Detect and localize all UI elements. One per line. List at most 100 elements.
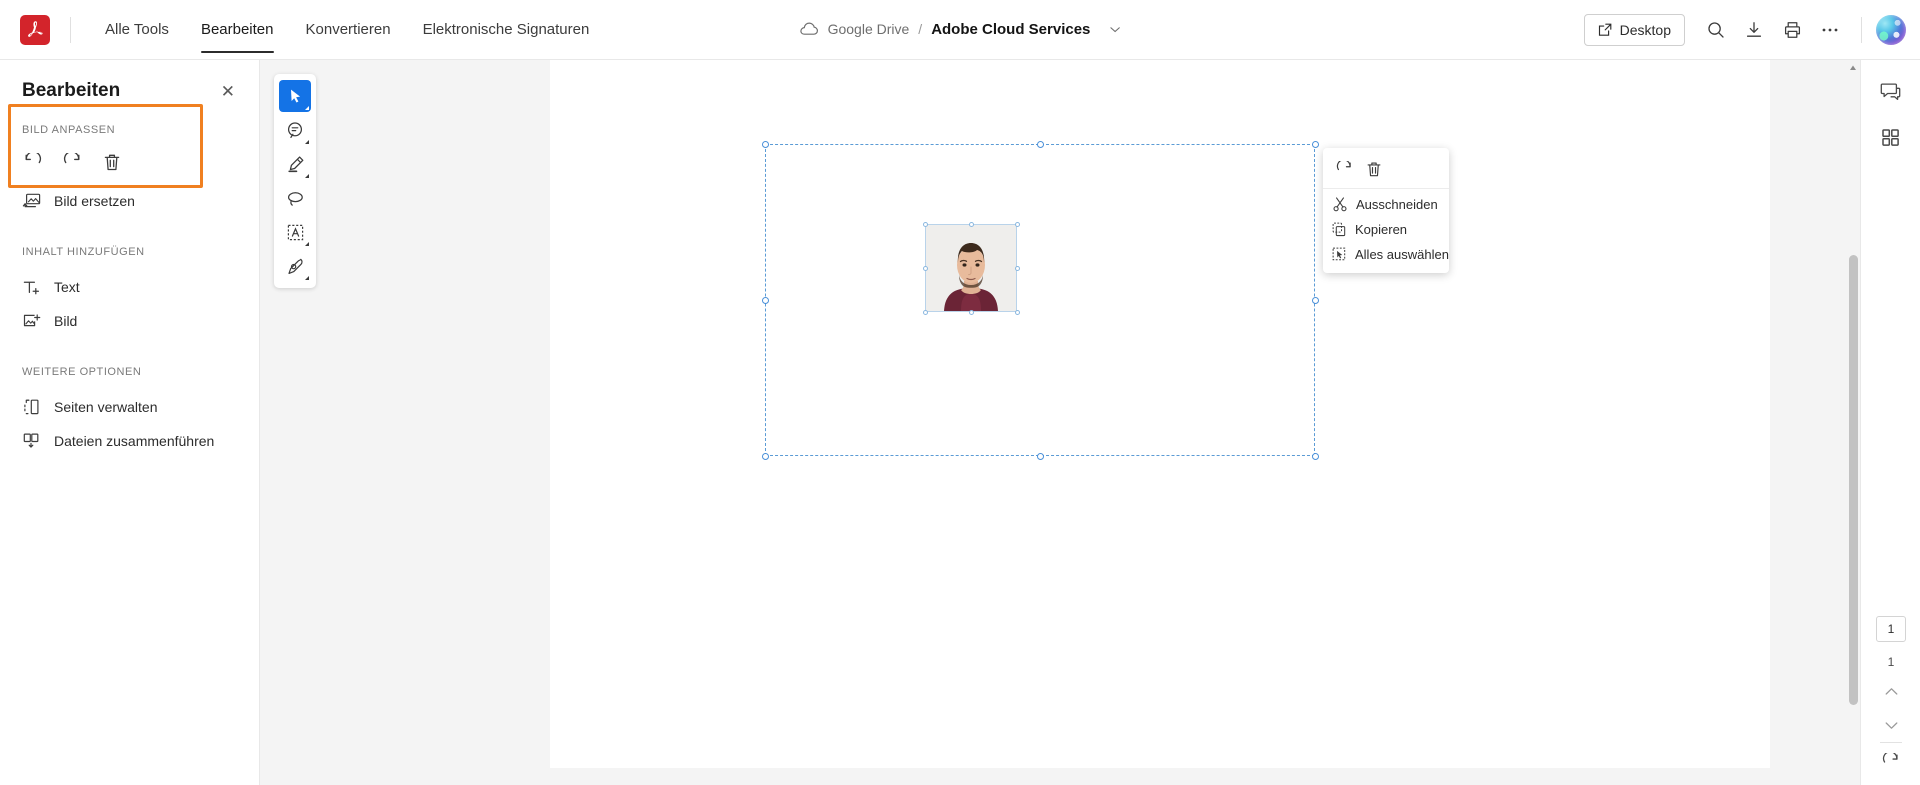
page-navigation: 1 1 — [1861, 616, 1920, 777]
context-menu-item-alles-auswaehlen[interactable]: Alles auswählen — [1323, 242, 1449, 267]
sidebar-item-seiten-verwalten[interactable]: Seiten verwalten — [0, 390, 259, 424]
canvas-scrollbar[interactable] — [1846, 60, 1860, 785]
selection-handle-nw[interactable] — [762, 141, 769, 148]
delete-icon[interactable] — [1361, 156, 1387, 182]
image-handle-nw[interactable] — [923, 222, 928, 227]
avatar[interactable] — [1876, 15, 1906, 45]
page-nav-divider — [1880, 742, 1902, 743]
sidebar-item-dateien-zusammenfuehren[interactable]: Dateien zusammenführen — [0, 424, 259, 458]
search-icon[interactable] — [1699, 13, 1733, 47]
chevron-down-icon[interactable] — [1876, 711, 1906, 739]
chevron-up-icon[interactable] — [1876, 677, 1906, 705]
context-menu-item-kopieren[interactable]: Kopieren — [1323, 217, 1449, 242]
image-handle-ne[interactable] — [1015, 222, 1020, 227]
context-menu-item-label: Kopieren — [1355, 222, 1408, 237]
comment-panel-icon[interactable] — [1874, 74, 1908, 108]
all-tools-grid-icon[interactable] — [1874, 120, 1908, 154]
sidebar-item-bild[interactable]: Bild — [0, 304, 259, 338]
rotate-view-icon[interactable] — [1876, 747, 1906, 777]
comment-tool[interactable] — [279, 114, 311, 146]
scroll-up-arrow-icon[interactable] — [1849, 64, 1857, 72]
image-handle-e[interactable] — [1015, 266, 1020, 271]
logo-divider — [70, 16, 71, 43]
merge-files-icon — [21, 432, 41, 450]
select-tool-caret-icon — [305, 106, 309, 110]
top-toolbar: Alle Tools Bearbeiten Konvertieren Elekt… — [0, 0, 1920, 60]
download-icon[interactable] — [1737, 13, 1771, 47]
copy-icon — [1332, 222, 1346, 237]
external-link-icon — [1598, 23, 1612, 37]
highlight-tool-caret-icon — [305, 174, 309, 178]
highlight-tool[interactable] — [279, 148, 311, 180]
print-icon[interactable] — [1775, 13, 1809, 47]
image-handle-w[interactable] — [923, 266, 928, 271]
context-menu: Ausschneiden Kopieren Alles auswählen — [1323, 148, 1449, 273]
rotate-clockwise-icon[interactable] — [1331, 156, 1357, 182]
tab-bearbeiten[interactable]: Bearbeiten — [185, 0, 290, 60]
breadcrumb-storage[interactable]: Google Drive — [828, 21, 910, 37]
add-text-icon — [21, 279, 41, 296]
image-selection-frame[interactable] — [923, 222, 1020, 315]
cut-icon — [1332, 197, 1347, 212]
draw-tool[interactable] — [279, 250, 311, 282]
tab-elektronische-signaturen[interactable]: Elektronische Signaturen — [407, 0, 606, 60]
tab-konvertieren[interactable]: Konvertieren — [290, 0, 407, 60]
close-icon[interactable]: ✕ — [217, 81, 239, 102]
context-menu-icon-row — [1323, 152, 1449, 189]
selection-handle-w[interactable] — [762, 297, 769, 304]
image-handle-n[interactable] — [969, 222, 974, 227]
selection-handle-n[interactable] — [1037, 141, 1044, 148]
sidebar-item-label: Bild ersetzen — [54, 193, 135, 209]
page-title: Bearbeiten — [22, 80, 121, 101]
section-weitere-optionen: WEITERE OPTIONEN Seiten verwalten Dateie… — [0, 366, 259, 458]
current-page-input[interactable]: 1 — [1876, 616, 1906, 642]
breadcrumb-document-title[interactable]: Adobe Cloud Services — [931, 21, 1090, 38]
document-canvas[interactable]: Ausschneiden Kopieren Alles auswählen — [260, 60, 1860, 785]
text-select-tool[interactable] — [279, 216, 311, 248]
sidebar-item-text[interactable]: Text — [0, 270, 259, 304]
add-image-icon — [21, 313, 41, 330]
acrobat-logo-icon[interactable] — [20, 14, 50, 45]
sidebar-item-label: Bild — [54, 313, 78, 329]
cloud-icon — [800, 22, 819, 36]
context-menu-item-ausschneiden[interactable]: Ausschneiden — [1323, 192, 1449, 217]
selection-handle-e[interactable] — [1312, 297, 1319, 304]
chevron-down-icon[interactable] — [1109, 26, 1120, 33]
selection-handle-s[interactable] — [1037, 453, 1044, 460]
selection-handle-se[interactable] — [1312, 453, 1319, 460]
rotate-buttons-row — [0, 136, 259, 184]
edit-sidebar: Bearbeiten ✕ BILD ANPASSEN Bild ersetzen… — [0, 60, 260, 785]
lasso-tool[interactable] — [279, 182, 311, 214]
page-selection-frame[interactable] — [762, 141, 1319, 460]
image-handle-se[interactable] — [1015, 310, 1020, 315]
select-tool[interactable] — [279, 80, 311, 112]
breadcrumb: Google Drive / Adobe Cloud Services — [800, 14, 1121, 44]
sidebar-item-label: Seiten verwalten — [54, 399, 158, 415]
selection-handle-ne[interactable] — [1312, 141, 1319, 148]
section-label-bild-anpassen: BILD ANPASSEN — [22, 124, 116, 136]
rotate-counterclockwise-icon[interactable] — [16, 146, 48, 178]
section-label-weitere-optionen: WEITERE OPTIONEN — [22, 366, 142, 378]
context-menu-item-label: Ausschneiden — [1356, 197, 1438, 212]
annotation-tool-rail — [274, 74, 316, 288]
desktop-button[interactable]: Desktop — [1583, 14, 1685, 46]
desktop-button-label: Desktop — [1619, 22, 1671, 38]
top-right-actions: Desktop — [1583, 0, 1906, 60]
more-options-icon[interactable] — [1813, 13, 1847, 47]
sidebar-item-label: Text — [54, 279, 80, 295]
tab-alle-tools[interactable]: Alle Tools — [89, 0, 185, 60]
section-label-inhalt-hinzufuegen: INHALT HINZUFÜGEN — [22, 246, 145, 258]
acrobat-window: Alle Tools Bearbeiten Konvertieren Elekt… — [0, 0, 1920, 785]
scrollbar-thumb[interactable] — [1849, 255, 1858, 705]
breadcrumb-separator: / — [918, 21, 923, 37]
rotate-clockwise-icon[interactable] — [56, 146, 88, 178]
select-all-icon — [1332, 247, 1346, 261]
image-handle-s[interactable] — [969, 310, 974, 315]
sidebar-item-bild-ersetzen[interactable]: Bild ersetzen — [0, 184, 259, 218]
image-handle-sw[interactable] — [923, 310, 928, 315]
delete-icon[interactable] — [96, 146, 128, 178]
selection-handle-sw[interactable] — [762, 453, 769, 460]
draw-tool-caret-icon — [305, 276, 309, 280]
comment-tool-caret-icon — [305, 140, 309, 144]
main-nav-tabs: Alle Tools Bearbeiten Konvertieren Elekt… — [89, 0, 605, 60]
